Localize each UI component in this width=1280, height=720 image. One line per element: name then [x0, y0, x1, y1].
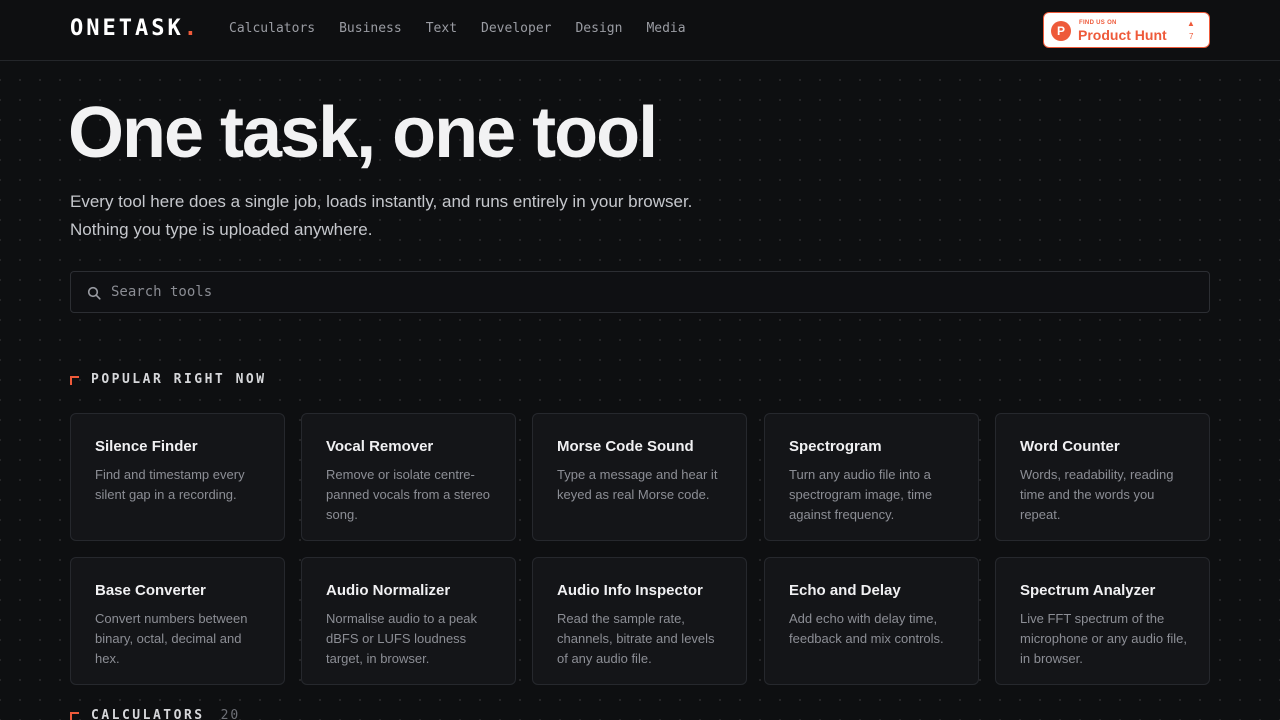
- product-hunt-find-label: FIND US ON: [1079, 20, 1117, 26]
- nav-item-business[interactable]: Business: [339, 21, 402, 36]
- calculators-section-heading: CALCULATORS 20: [70, 708, 240, 720]
- tool-card-title: Base Converter: [95, 582, 206, 599]
- tool-card-title: Word Counter: [1020, 438, 1120, 455]
- tool-card-description: Find and timestamp every silent gap in a…: [95, 467, 245, 502]
- tool-card-audio-normalizer[interactable]: Audio Normalizer Normalise audio to a pe…: [301, 557, 516, 685]
- calculators-count: 20: [220, 708, 241, 720]
- tool-card-title: Audio Info Inspector: [557, 582, 703, 599]
- search-icon: [87, 286, 101, 300]
- corner-bracket-icon: [70, 376, 79, 385]
- tool-card-description: Remove or isolate centre-panned vocals f…: [326, 467, 491, 522]
- search-box: [70, 271, 1210, 313]
- tool-card-base-converter[interactable]: Base Converter Convert numbers between b…: [70, 557, 285, 685]
- popular-section-title: POPULAR RIGHT NOW: [91, 372, 267, 387]
- tool-card-title: Audio Normalizer: [326, 582, 451, 599]
- tool-card-silence-finder[interactable]: Silence Finder Find and timestamp every …: [70, 413, 285, 541]
- nav-item-media[interactable]: Media: [646, 21, 685, 36]
- tool-card-description: Turn any audio file into a spectrogram i…: [789, 467, 933, 522]
- tool-card-morse-code-sound[interactable]: Morse Code Sound Type a message and hear…: [532, 413, 747, 541]
- tool-card-title: Silence Finder: [95, 438, 198, 455]
- tool-card-description: Add echo with delay time, feedback and m…: [789, 611, 944, 646]
- hero-subtitle: Every tool here does a single job, loads…: [70, 188, 692, 244]
- tool-card-vocal-remover[interactable]: Vocal Remover Remove or isolate centre-p…: [301, 413, 516, 541]
- main-nav: Calculators Business Text Developer Desi…: [229, 21, 710, 36]
- product-hunt-name: Product Hunt: [1078, 27, 1167, 43]
- logo-text: ONETASK: [70, 16, 184, 41]
- tool-card-spectrogram[interactable]: Spectrogram Turn any audio file into a s…: [764, 413, 979, 541]
- tool-card-title: Spectrum Analyzer: [1020, 582, 1156, 599]
- nav-item-developer[interactable]: Developer: [481, 21, 551, 36]
- nav-item-text[interactable]: Text: [426, 21, 457, 36]
- top-navigation-bar: ONETASK. Calculators Business Text Devel…: [0, 0, 1280, 61]
- popular-section-heading: POPULAR RIGHT NOW: [70, 372, 267, 387]
- tool-card-description: Normalise audio to a peak dBFS or LUFS l…: [326, 611, 478, 666]
- tool-card-echo-and-delay[interactable]: Echo and Delay Add echo with delay time,…: [764, 557, 979, 685]
- tool-card-spectrum-analyzer[interactable]: Spectrum Analyzer Live FFT spectrum of t…: [995, 557, 1210, 685]
- tool-card-title: Spectrogram: [789, 438, 882, 455]
- corner-bracket-icon: [70, 712, 79, 720]
- product-hunt-icon: P: [1051, 21, 1071, 41]
- product-hunt-badge[interactable]: P FIND US ON Product Hunt ▲ 7: [1043, 12, 1210, 48]
- logo-dot: .: [183, 16, 200, 41]
- tool-card-description: Read the sample rate, channels, bitrate …: [557, 611, 715, 666]
- hero-subtitle-line-2: Nothing you type is uploaded anywhere.: [70, 220, 373, 239]
- hero-subtitle-line-1: Every tool here does a single job, loads…: [70, 192, 693, 211]
- calculators-section-title: CALCULATORS: [91, 708, 205, 720]
- nav-item-calculators[interactable]: Calculators: [229, 21, 315, 36]
- tool-card-description: Words, readability, reading time and the…: [1020, 467, 1174, 522]
- tool-card-description: Convert numbers between binary, octal, d…: [95, 611, 248, 666]
- tool-card-audio-info-inspector[interactable]: Audio Info Inspector Read the sample rat…: [532, 557, 747, 685]
- hero-title: One task, one tool: [68, 93, 658, 173]
- tool-card-description: Type a message and hear it keyed as real…: [557, 467, 718, 502]
- product-hunt-upvote-count: 7: [1189, 32, 1194, 41]
- tool-card-title: Morse Code Sound: [557, 438, 694, 455]
- search-input[interactable]: [111, 272, 1201, 312]
- tool-card-title: Vocal Remover: [326, 438, 434, 455]
- tool-card-title: Echo and Delay: [789, 582, 901, 599]
- nav-item-design[interactable]: Design: [575, 21, 622, 36]
- site-logo[interactable]: ONETASK.: [70, 16, 200, 41]
- tool-card-description: Live FFT spectrum of the microphone or a…: [1020, 611, 1187, 666]
- upvote-arrow-icon: ▲: [1187, 19, 1195, 28]
- tool-card-word-counter[interactable]: Word Counter Words, readability, reading…: [995, 413, 1210, 541]
